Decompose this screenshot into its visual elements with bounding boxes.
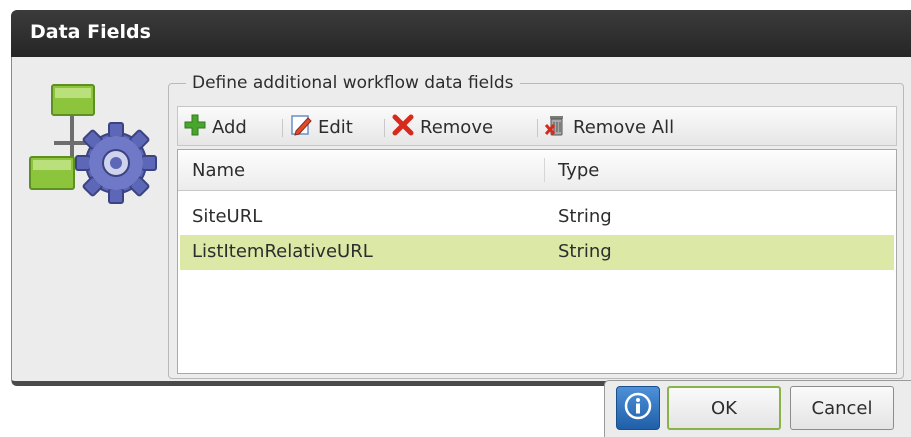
remove-all-label: Remove All [573,116,675,138]
table-row[interactable]: SiteURL String [180,200,894,235]
edit-button[interactable]: Edit [290,113,353,141]
pencil-icon [290,114,312,141]
cancel-button[interactable]: Cancel [790,386,894,430]
remove-label: Remove [420,116,494,138]
column-header-name[interactable]: Name [192,160,245,181]
add-label: Add [212,116,247,138]
cell-type: String [558,206,612,227]
data-fields-dialog: Data Fields Define additional workflow d… [11,10,911,386]
fields-toolbar: Add Edit Remove Remove All [177,106,897,146]
toolbar-separator [384,119,385,137]
info-button[interactable] [616,386,660,430]
red-x-icon [392,114,414,141]
grid-header: Name Type [178,150,896,191]
add-button[interactable]: Add [184,113,247,141]
remove-all-button[interactable]: Remove All [544,113,675,142]
dialog-title: Data Fields [30,21,151,43]
edit-label: Edit [318,116,353,138]
column-header-type[interactable]: Type [558,160,599,181]
toolbar-separator [537,119,538,137]
cell-type: String [558,241,612,262]
dialog-body: Define additional workflow data fields A… [11,57,911,386]
remove-button[interactable]: Remove [392,113,493,141]
cell-name: SiteURL [192,206,263,227]
ok-button[interactable]: OK [667,386,781,430]
green-plus-icon [184,114,206,141]
info-icon [623,391,653,425]
table-row-selected[interactable]: ListItemRelativeURL String [180,235,894,270]
cell-name: ListItemRelativeURL [192,241,373,262]
workflow-gear-icon [26,75,166,205]
groupbox-legend: Define additional workflow data fields [186,73,520,93]
trash-can-icon [544,113,567,142]
column-divider [544,158,545,182]
dialog-titlebar: Data Fields [11,10,911,57]
dialog-button-bar: OK Cancel [604,380,911,437]
toolbar-separator [282,119,283,137]
data-fields-grid: Name Type SiteURL String ListItemRelativ… [177,149,897,374]
